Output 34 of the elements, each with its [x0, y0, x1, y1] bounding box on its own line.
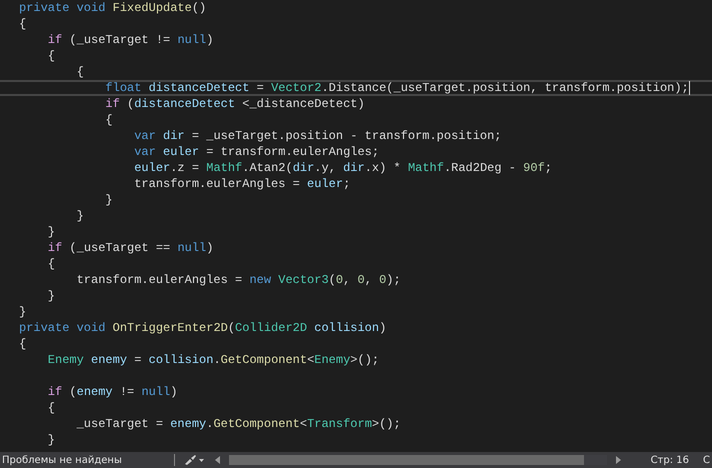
code-line: private void FixedUpdate()	[18, 0, 208, 16]
code-line: }	[76, 208, 85, 224]
code-line: Enemy enemy = collision.GetComponent<Enemy>();	[46, 352, 380, 368]
scroll-right-icon[interactable]	[614, 455, 623, 465]
code-line: {	[18, 16, 28, 32]
code-line: transform.eulerAngles = euler;	[133, 176, 352, 192]
code-line: transform.eulerAngles = new Vector3(0, 0, 0);	[76, 272, 402, 288]
brush-icon	[182, 454, 205, 466]
code-line: {	[46, 400, 56, 416]
code-line: {	[18, 336, 28, 352]
code-line: if (_useTarget != null)	[46, 32, 214, 48]
code-line: var dir = _useTarget.position - transform.position;	[133, 128, 502, 144]
line-number-status: Стр: 16	[650, 454, 690, 466]
code-line: var euler = transform.eulerAngles;	[133, 144, 380, 160]
column-status: С	[703, 454, 710, 466]
code-line: }	[18, 304, 28, 320]
code-line: if (enemy != null)	[46, 384, 178, 400]
horizontal-scrollbar[interactable]	[228, 455, 607, 465]
code-line: }	[46, 224, 56, 240]
code-line: }	[46, 288, 56, 304]
issues-status: Проблемы не найдены	[1, 454, 122, 466]
scroll-left-icon[interactable]	[212, 455, 221, 465]
code-line: }	[46, 432, 56, 448]
code-line: }	[104, 192, 114, 208]
code-line: if (_useTarget == null)	[46, 240, 214, 256]
code-line: {	[46, 256, 56, 272]
code-line: float distanceDetect = Vector2.Distance(_useTarget.position, transform.position);	[0, 80, 712, 96]
code-line: private void OnTriggerEnter2D(Collider2D collision)	[18, 320, 388, 336]
code-line: if (distanceDetect <_distanceDetect)	[104, 96, 366, 112]
code-line: {	[46, 48, 56, 64]
code-line: {	[76, 64, 85, 80]
code-line: {	[104, 112, 114, 128]
code-line: euler.z = Mathf.Atan2(dir.y, dir.x) * Mathf.Rad2Deg - 90f;	[133, 160, 553, 176]
code-line: _useTarget = enemy.GetComponent<Transform>();	[76, 416, 402, 432]
